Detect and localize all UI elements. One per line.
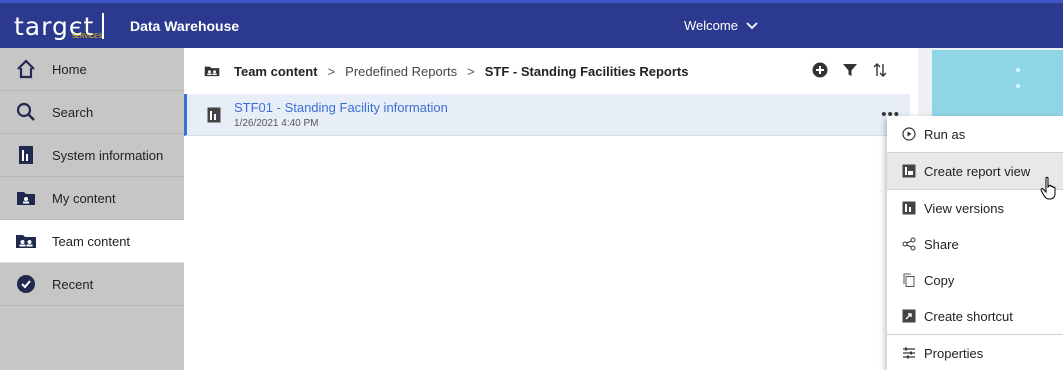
logo-divider [102, 13, 105, 39]
menu-item-share[interactable]: Share [887, 226, 1063, 262]
sidebar-item-label: Search [52, 104, 94, 120]
properties-icon [902, 346, 916, 360]
report-list-item[interactable]: STF01 - Standing Facility information 1/… [184, 94, 910, 136]
main-content: Team content > Predefined Reports > STF … [184, 48, 918, 370]
sidebar-item-recent[interactable]: Recent [0, 263, 184, 306]
filter-icon[interactable] [842, 62, 858, 78]
breadcrumb-team-content[interactable]: Team content [234, 64, 318, 79]
sidebar-item-label: Home [52, 61, 87, 77]
menu-item-copy[interactable]: Copy [887, 262, 1063, 298]
sidebar-item-my-content[interactable]: My content [0, 177, 184, 220]
breadcrumb-separator: > [327, 63, 336, 79]
menu-item-run-as[interactable]: Run as [887, 116, 1063, 152]
hand-pointer-icon [1040, 176, 1056, 200]
report-icon [14, 143, 38, 167]
welcome-menu[interactable]: Welcome [684, 18, 758, 33]
breadcrumb-current-folder: STF - Standing Facilities Reports [484, 63, 689, 79]
share-icon [902, 237, 916, 251]
shortcut-icon [902, 309, 916, 323]
report-date: 1/26/2021 4:40 PM [234, 118, 319, 129]
sidebar-item-system-information[interactable]: System information [0, 134, 184, 177]
decorative-dot [1016, 84, 1020, 88]
target-logo[interactable]: targєt SERVICES [14, 10, 105, 42]
sidebar-item-label: Team content [52, 233, 131, 249]
folder-team-icon [14, 229, 38, 253]
decorative-dot [1016, 68, 1020, 72]
sidebar-item-team-content[interactable]: Team content [0, 220, 184, 263]
folder-user-icon [14, 186, 38, 210]
logo-subtitle: SERVICES [72, 34, 103, 40]
menu-item-properties[interactable]: Properties [887, 335, 1063, 370]
sort-icon[interactable] [872, 62, 888, 78]
menu-item-label: Create report view [924, 163, 1031, 179]
menu-item-label: Copy [924, 272, 955, 288]
menu-item-label: Share [924, 236, 959, 252]
app-header: targєt SERVICES Data Warehouse Welcome [0, 0, 1063, 48]
menu-item-label: View versions [924, 200, 1004, 216]
breadcrumb: Team content > Predefined Reports > STF … [184, 48, 918, 94]
sidebar-item-home[interactable]: Home [0, 48, 184, 91]
copy-icon [902, 273, 916, 287]
welcome-label: Welcome [684, 18, 738, 33]
app-title: Data Warehouse [130, 18, 240, 34]
run-icon [902, 127, 916, 141]
toolbar-actions [812, 62, 888, 78]
chevron-down-icon [746, 21, 758, 29]
report-name[interactable]: STF01 - Standing Facility information [234, 100, 448, 115]
sidebar-item-search[interactable]: Search [0, 91, 184, 134]
sidebar-item-label: System information [52, 147, 164, 163]
breadcrumb-separator: > [467, 63, 475, 79]
menu-item-label: Properties [924, 345, 984, 361]
sidebar-item-label: My content [52, 190, 116, 206]
context-menu: Run as Create report view View versions … [887, 116, 1063, 370]
versions-icon [902, 201, 916, 215]
folder-team-icon [204, 66, 220, 77]
menu-item-label: Create shortcut [924, 308, 1013, 324]
clock-check-icon [14, 272, 38, 296]
sidebar-item-label: Recent [52, 276, 94, 292]
menu-item-view-versions[interactable]: View versions [887, 190, 1063, 226]
sidebar-nav: Home Search System information My conten… [0, 48, 184, 370]
report-icon [207, 107, 221, 123]
search-icon [14, 100, 38, 124]
home-icon [14, 57, 38, 81]
menu-item-create-shortcut[interactable]: Create shortcut [887, 298, 1063, 334]
menu-item-label: Run as [924, 126, 966, 142]
breadcrumb-predefined-reports[interactable]: Predefined Reports [345, 64, 457, 79]
report-view-icon [902, 164, 916, 178]
add-icon[interactable] [812, 62, 828, 78]
menu-item-create-report-view[interactable]: Create report view [887, 153, 1063, 189]
